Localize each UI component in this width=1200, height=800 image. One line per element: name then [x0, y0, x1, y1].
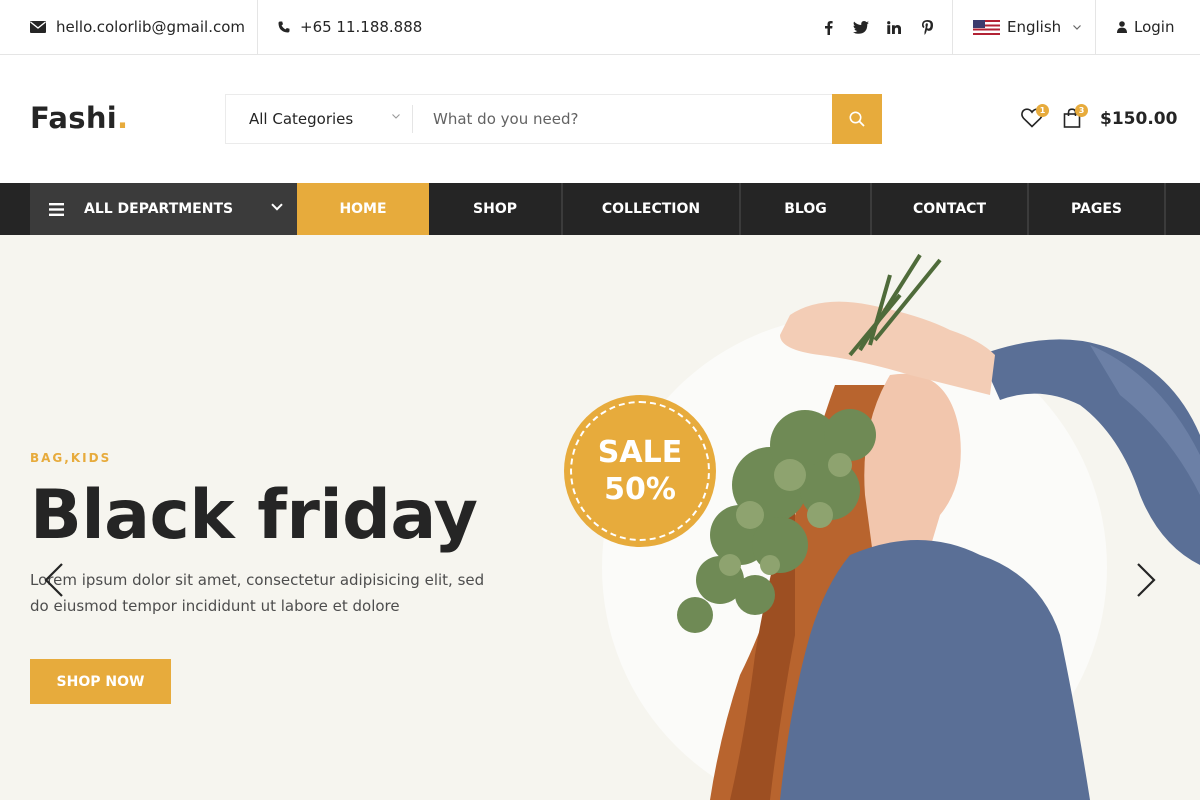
sale-percent: 50% [604, 472, 676, 507]
search-button[interactable] [832, 94, 882, 144]
slider-next-arrow-icon[interactable] [1134, 562, 1158, 598]
login-label: Login [1134, 18, 1175, 36]
logo-dot: . [117, 101, 129, 135]
twitter-icon[interactable] [853, 19, 869, 35]
language-label: English [1007, 18, 1062, 36]
email-contact[interactable]: hello.colorlib@gmail.com [30, 0, 245, 54]
phone-text: +65 11.188.888 [300, 18, 423, 36]
social-links [803, 0, 935, 54]
hero-description: Lorem ipsum dolor sit amet, consectetur … [30, 571, 485, 615]
language-select[interactable]: English [973, 0, 1091, 54]
cart-button[interactable]: 3 [1063, 104, 1088, 132]
divider [257, 0, 258, 54]
departments-label: ALL DEPARTMENTS [84, 201, 234, 217]
chevron-down-icon [392, 114, 400, 119]
hamburger-menu-icon [49, 202, 64, 216]
site-logo[interactable]: Fashi. [30, 101, 128, 135]
cart-total[interactable]: $150.00 [1100, 109, 1177, 129]
sale-label: SALE [597, 435, 683, 470]
divider [952, 0, 953, 54]
slider-prev-arrow-icon[interactable] [42, 562, 66, 598]
search-icon [849, 111, 865, 127]
chevron-down-icon [1073, 24, 1082, 30]
cart-count-badge: 3 [1075, 104, 1088, 117]
top-bar: hello.colorlib@gmail.com +65 11.188.888 … [0, 0, 1200, 55]
divider [1164, 183, 1166, 235]
category-select[interactable]: All Categories [226, 95, 412, 143]
search-bar: All Categories [225, 94, 882, 144]
hero-banner: BAG,KIDS Black friday Lorem ipsum dolor … [0, 235, 1200, 800]
pinterest-icon[interactable] [919, 19, 935, 35]
wishlist-count-badge: 1 [1036, 104, 1049, 117]
category-selected: All Categories [249, 110, 354, 128]
linkedin-icon[interactable] [886, 19, 902, 35]
chevron-down-icon [271, 203, 283, 211]
email-text: hello.colorlib@gmail.com [56, 18, 246, 36]
phone-contact[interactable]: +65 11.188.888 [278, 0, 422, 54]
nav-contact[interactable]: CONTACT [872, 183, 1027, 235]
nav-home[interactable]: HOME [297, 183, 429, 235]
search-input[interactable] [413, 95, 832, 143]
envelope-icon [30, 21, 46, 33]
hero-tag: BAG,KIDS [30, 451, 112, 465]
logo-text: Fashi [30, 101, 118, 135]
facebook-icon[interactable] [820, 19, 836, 35]
divider [1095, 0, 1096, 54]
all-departments-menu[interactable]: ALL DEPARTMENTS [30, 183, 297, 235]
user-icon [1117, 21, 1127, 33]
nav-collection[interactable]: COLLECTION [563, 183, 739, 235]
nav-blog[interactable]: BLOG [741, 183, 870, 235]
wishlist-button[interactable]: 1 [1021, 104, 1049, 132]
us-flag-icon [973, 19, 1000, 35]
login-link[interactable]: Login [1117, 0, 1174, 54]
sale-badge: SALE 50% [564, 395, 716, 547]
nav-pages[interactable]: PAGES [1029, 183, 1164, 235]
shop-now-button[interactable]: SHOP NOW [30, 659, 171, 704]
hero-model-image [677, 253, 1200, 800]
nav-shop[interactable]: SHOP [429, 183, 561, 235]
phone-icon [278, 21, 290, 33]
main-navigation: ALL DEPARTMENTS HOME SHOP COLLECTION BLO… [0, 183, 1200, 235]
hero-title: Black friday [30, 476, 478, 555]
